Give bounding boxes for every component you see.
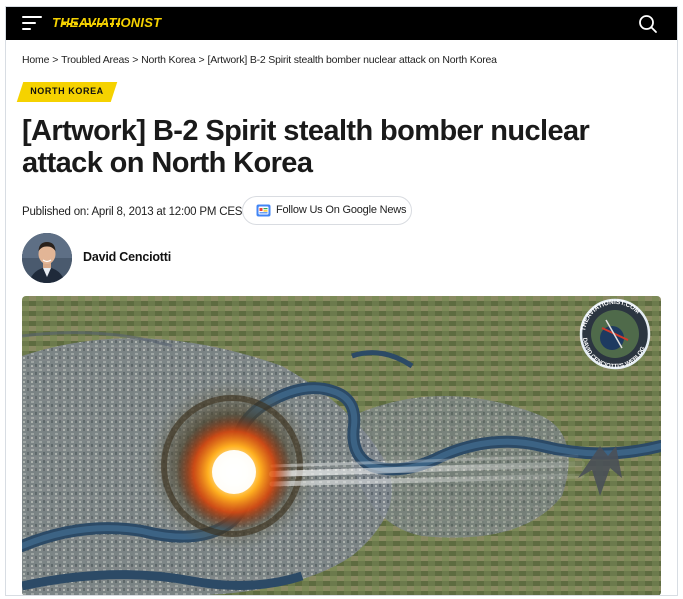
breadcrumb-separator: > [198,54,205,66]
page-frame: THEAVIATIONIST Home>Troubled Areas>North… [5,6,678,596]
breadcrumb-north-korea[interactable]: North Korea [141,54,196,66]
hero-image: THEAVIATIONIST.COM DAVID CENCIOTTI'S WEB… [22,296,661,595]
breadcrumb-home[interactable]: Home [22,54,49,66]
breadcrumb-separator: > [52,54,59,66]
search-icon[interactable] [638,14,658,34]
top-navbar: THEAVIATIONIST [6,7,677,40]
google-news-icon [256,204,271,217]
breadcrumb: Home > Troubled Areas > North Korea > [Artwork… [22,54,497,66]
breadcrumb-troubled-areas[interactable]: Troubled Areas [61,54,129,66]
satellite-artwork: THEAVIATIONIST.COM DAVID CENCIOTTI'S WEB… [22,296,661,595]
category-tag-label: NORTH KOREA [30,86,104,96]
author-name[interactable]: David Cenciotti [83,250,171,264]
hamburger-menu-icon[interactable] [22,15,42,31]
published-date: Published on: April 8, 2013 at 12:00 PM … [22,206,250,218]
category-tag[interactable]: NORTH KOREA [16,82,118,102]
breadcrumb-separator: > [132,54,139,66]
follow-google-news-button[interactable]: Follow Us On Google News [242,196,412,225]
follow-google-news-label: Follow Us On Google News [276,204,407,216]
author-avatar[interactable] [22,233,72,283]
breadcrumb-current: [Artwork] B-2 Spirit stealth bomber nucl… [207,54,497,66]
article-title: [Artwork] B-2 Spirit stealth bomber nucl… [22,115,590,179]
logo-underline-decoration [62,23,120,25]
